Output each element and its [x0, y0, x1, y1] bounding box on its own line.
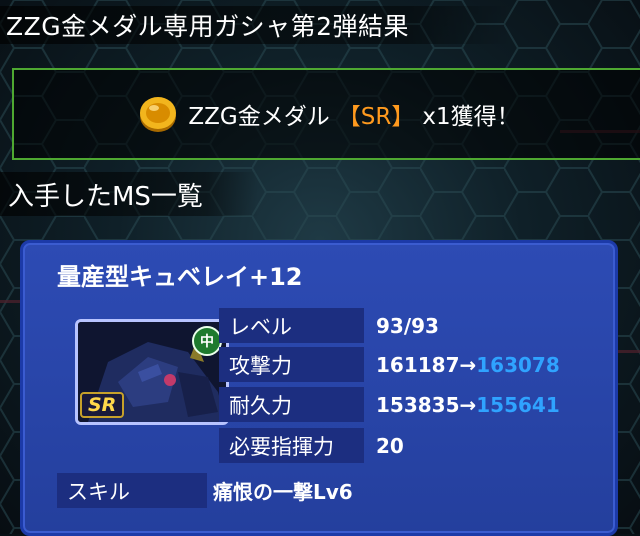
stat-current: 153835→: [376, 392, 477, 417]
stat-label: レベル: [219, 308, 364, 343]
stat-row-level: レベル 93/93: [219, 308, 439, 343]
stat-label: 必要指揮力: [219, 428, 364, 463]
rarity-badge: SR: [80, 392, 125, 418]
skill-value: 痛恨の一撃Lv6: [213, 480, 353, 504]
reward-item-name: ZZG金メダル: [188, 104, 330, 130]
ms-card[interactable]: 量産型キュベレイ+12 中 SR レベル 93/93 攻撃力 161187→16…: [20, 240, 618, 536]
stat-label: 耐久力: [219, 387, 364, 422]
stat-row-attack: 攻撃力 161187→163078: [219, 347, 560, 382]
skill-label: スキル: [57, 473, 207, 508]
page-title: ZZG金メダル専用ガシャ第2弾結果: [6, 12, 410, 41]
skill-row: スキル 痛恨の一撃Lv6: [57, 473, 353, 508]
ms-thumbnail[interactable]: 中 SR: [75, 319, 229, 425]
reward-rarity: 【SR】: [337, 104, 415, 130]
gold-medal-coin-icon: [140, 97, 177, 132]
stat-current: 161187→: [376, 352, 477, 377]
stat-row-command: 必要指揮力 20: [219, 428, 404, 463]
stat-upgraded: 163078: [476, 352, 560, 377]
stat-value: 20: [364, 434, 404, 458]
reward-quantity: x1獲得！: [422, 104, 520, 130]
stat-current: 20: [376, 433, 404, 458]
stat-row-durability: 耐久力 153835→155641: [219, 387, 560, 422]
stat-value: 161187→163078: [364, 353, 560, 377]
stat-value: 93/93: [364, 314, 439, 338]
ms-name: 量産型キュベレイ+12: [57, 263, 303, 291]
stat-label: 攻撃力: [219, 347, 364, 382]
stat-current: 93/93: [376, 313, 439, 338]
stat-value: 153835→155641: [364, 393, 560, 417]
reward-banner: ZZG金メダル 【SR】 x1獲得！: [12, 68, 640, 160]
page-title-bar: ZZG金メダル専用ガシャ第2弾結果: [0, 6, 511, 44]
size-badge: 中: [192, 326, 222, 356]
section-title-bar: 入手したMS一覧: [0, 172, 258, 216]
section-title: 入手したMS一覧: [8, 181, 203, 212]
stat-upgraded: 155641: [476, 392, 560, 417]
